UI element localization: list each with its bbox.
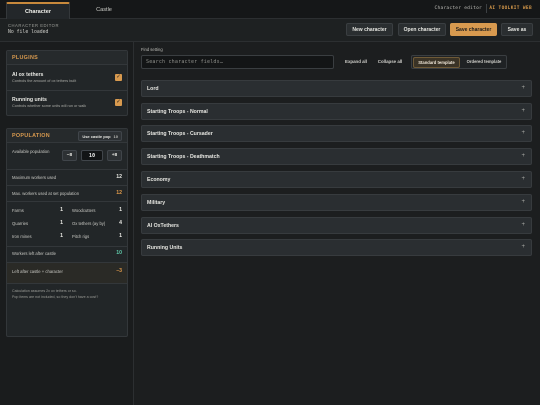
use-castle-pop-label: Use castle pop bbox=[82, 134, 111, 139]
new-character-button[interactable]: New character bbox=[346, 23, 393, 36]
plugin-desc: Controls whether some units will run or … bbox=[12, 104, 87, 108]
expand-icon: + bbox=[521, 222, 525, 228]
grid-label-iron-mines: Iron mines bbox=[12, 234, 32, 239]
file-bar: CHARACTER EDITOR No file loaded New char… bbox=[0, 19, 540, 42]
expand-icon: + bbox=[521, 85, 525, 91]
section-ai-oxtethers[interactable]: AI OxTethers + bbox=[141, 217, 532, 234]
population-title: POPULATION bbox=[12, 133, 50, 139]
brand-label: AI TOOLKIT WEB bbox=[489, 6, 532, 11]
ordered-template-button[interactable]: Ordered template bbox=[461, 57, 507, 68]
grid-value-woodcutters: 1 bbox=[119, 207, 122, 213]
tab-character[interactable]: Character bbox=[6, 2, 70, 19]
grid-label-ox-tethers: Ox tethers (ay by) bbox=[72, 221, 106, 226]
castle-pop-count: 10 bbox=[113, 134, 118, 139]
search-input[interactable]: Search character fields… bbox=[141, 55, 334, 69]
expand-icon: + bbox=[521, 153, 525, 159]
template-toggle: Standard template Ordered template bbox=[411, 55, 507, 69]
expand-icon: + bbox=[521, 199, 525, 205]
available-population-label: Available population bbox=[12, 149, 50, 154]
grid-value-iron-mines: 1 bbox=[60, 233, 63, 239]
grid-label-quarries: Quarries bbox=[12, 221, 29, 226]
grid-label-pitch-rigs: Pitch rigs bbox=[72, 234, 90, 239]
expand-icon: + bbox=[521, 176, 525, 182]
section-title: Economy bbox=[147, 177, 171, 183]
divider bbox=[7, 201, 127, 202]
plugin-desc: Controls the amount of ox tethers built bbox=[12, 79, 77, 83]
section-title: Lord bbox=[147, 86, 159, 92]
section-title: Starting Troops - Deathmatch bbox=[147, 154, 220, 160]
editor-label: CHARACTER EDITOR bbox=[8, 23, 59, 28]
checkbox-running-units[interactable]: ✓ bbox=[115, 99, 122, 106]
grid-value-farms: 1 bbox=[60, 207, 63, 213]
checkbox-ai-ox-tethers[interactable]: ✓ bbox=[115, 74, 122, 81]
left-after-value: −3 bbox=[116, 268, 122, 274]
plugins-panel: PLUGINS AI ox tethers Controls the amoun… bbox=[6, 50, 128, 116]
header-divider bbox=[486, 4, 487, 13]
section-title: Running Units bbox=[147, 245, 183, 251]
grid-label-woodcutters: Woodcutters bbox=[72, 208, 96, 213]
left-after-label: Left after castle + character bbox=[12, 269, 63, 274]
left-after-row: Left after castle + character −3 bbox=[7, 263, 127, 283]
max-workers-value: 12 bbox=[116, 174, 122, 180]
section-lord[interactable]: Lord + bbox=[141, 80, 532, 97]
grid-value-pitch-rigs: 1 bbox=[119, 233, 122, 239]
expand-all-button[interactable]: Expand all bbox=[341, 56, 371, 68]
divider bbox=[7, 246, 127, 247]
file-status: No file loaded bbox=[8, 30, 49, 35]
footnote-2: Pop items are not included, so they don'… bbox=[12, 295, 99, 299]
section-starting-troops-cursader[interactable]: Starting Troops - Cursader + bbox=[141, 125, 532, 142]
grid-value-quarries: 1 bbox=[60, 220, 63, 226]
footnote-1: Calculation assumes 2x ox tethers or so. bbox=[12, 289, 77, 293]
plugin-name: AI ox tethers bbox=[12, 72, 44, 78]
section-title: Starting Troops - Cursader bbox=[147, 131, 213, 137]
save-character-button[interactable]: Save character bbox=[450, 23, 497, 36]
expand-icon: + bbox=[521, 244, 525, 250]
section-military[interactable]: Military + bbox=[141, 194, 532, 211]
workers-left-label: Workers left after castle bbox=[12, 251, 56, 256]
standard-template-button[interactable]: Standard template bbox=[413, 57, 460, 68]
workers-left-value: 10 bbox=[116, 250, 122, 256]
divider bbox=[7, 90, 127, 91]
increase-population-button[interactable]: +8 bbox=[107, 150, 122, 161]
open-character-button[interactable]: Open character bbox=[398, 23, 446, 36]
population-panel: POPULATION Use castle pop 10 Available po… bbox=[6, 128, 128, 337]
expand-icon: + bbox=[521, 130, 525, 136]
max-workers-label: Maximum workers used bbox=[12, 175, 57, 180]
section-title: Military bbox=[147, 200, 166, 206]
find-setting-label: Find setting bbox=[141, 47, 163, 52]
expand-icon: + bbox=[521, 108, 525, 114]
population-header: POPULATION Use castle pop 10 bbox=[7, 129, 127, 143]
plugin-name: Running units bbox=[12, 97, 47, 103]
divider bbox=[7, 185, 127, 186]
top-bar: Character Castle Character editor AI TOO… bbox=[0, 0, 540, 19]
plugin-ai-ox-tethers: AI ox tethers Controls the amount of ox … bbox=[7, 67, 127, 89]
section-economy[interactable]: Economy + bbox=[141, 171, 532, 188]
section-starting-troops-deathmatch[interactable]: Starting Troops - Deathmatch + bbox=[141, 148, 532, 165]
grid-value-ox-tethers: 4 bbox=[119, 220, 122, 226]
plugin-running-units: Running units Controls whether some unit… bbox=[7, 92, 127, 114]
main-area: Find setting Search character fields… Ex… bbox=[134, 42, 540, 405]
divider bbox=[7, 283, 127, 284]
population-input[interactable]: 10 bbox=[81, 150, 103, 161]
section-starting-troops-normal[interactable]: Starting Troops - Normal + bbox=[141, 103, 532, 120]
decrease-population-button[interactable]: −8 bbox=[62, 150, 77, 161]
use-castle-pop-button[interactable]: Use castle pop 10 bbox=[78, 131, 122, 141]
section-title: Starting Troops - Normal bbox=[147, 109, 208, 115]
max-at-set-value: 12 bbox=[116, 190, 122, 196]
plugins-title: PLUGINS bbox=[12, 55, 39, 61]
grid-label-farms: Farms bbox=[12, 208, 24, 213]
tab-castle[interactable]: Castle bbox=[78, 2, 130, 19]
section-title: AI OxTethers bbox=[147, 223, 179, 229]
collapse-all-button[interactable]: Collapse all bbox=[374, 56, 406, 68]
population-stepper: −8 10 +8 bbox=[62, 150, 125, 161]
header-mode-label: Character editor bbox=[434, 6, 482, 11]
save-as-button[interactable]: Save as bbox=[501, 23, 533, 36]
section-running-units[interactable]: Running Units + bbox=[141, 239, 532, 256]
max-at-set-label: Max. workers used at set population bbox=[12, 191, 80, 196]
divider bbox=[7, 169, 127, 170]
plugins-header: PLUGINS bbox=[7, 51, 127, 65]
sidebar: PLUGINS AI ox tethers Controls the amoun… bbox=[0, 42, 134, 405]
